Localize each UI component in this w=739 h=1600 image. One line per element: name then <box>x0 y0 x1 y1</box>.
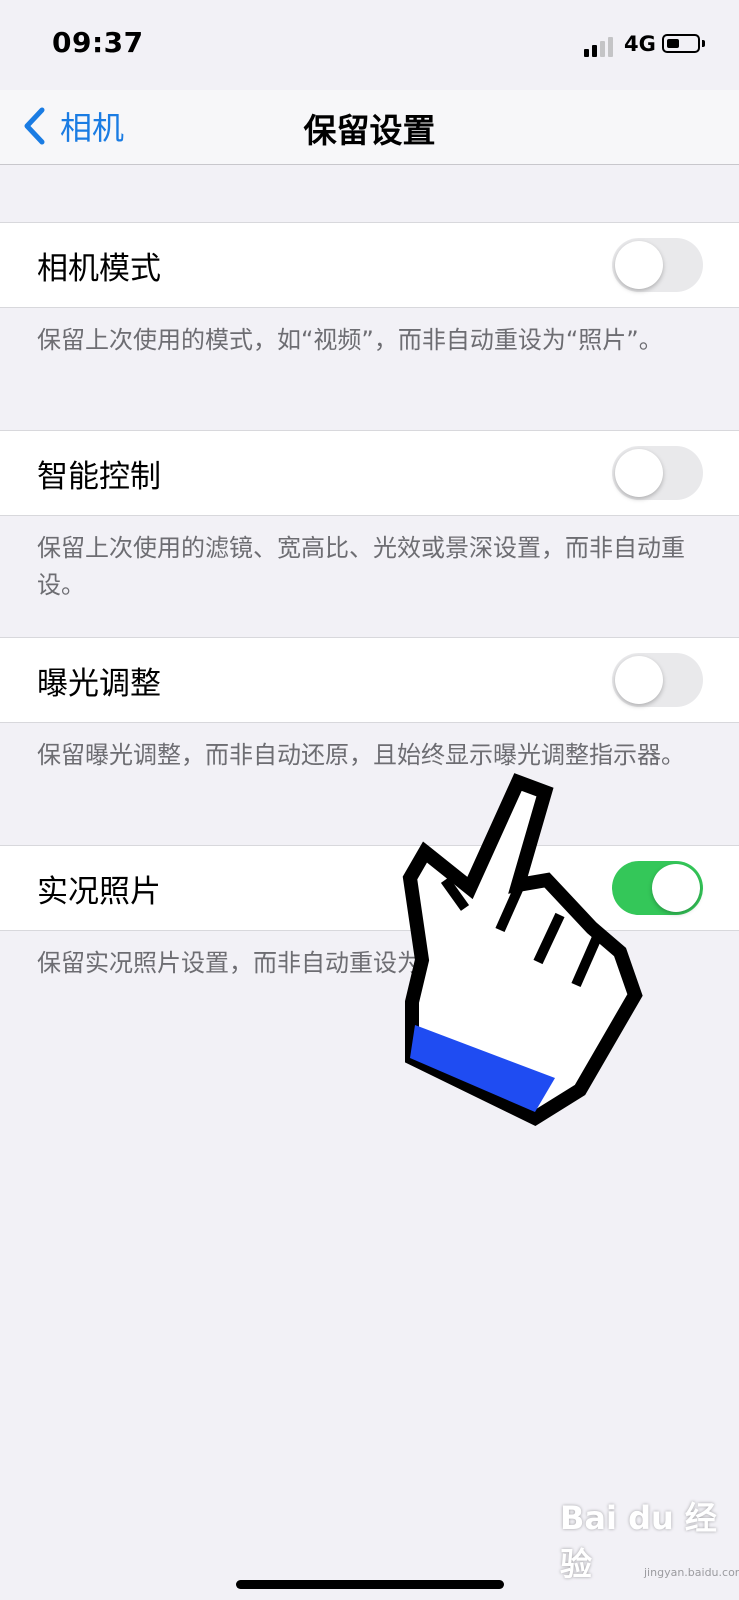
setting-label: 曝光调整 <box>37 666 161 702</box>
setting-label: 实况照片 <box>37 874 161 910</box>
page-title: 保留设置 <box>303 111 436 150</box>
setting-footer: 保留上次使用的模式，如“视频”，而非自动重设为“照片”。 <box>37 326 663 354</box>
watermark-url: jingyan.baidu.com <box>644 1566 739 1579</box>
status-time: 09:37 <box>52 26 144 59</box>
status-bar: 09:37 4G <box>0 0 739 90</box>
setting-footer: 保留上次使用的滤镜、宽高比、光效或景深设置，而非自动重设。 <box>37 534 685 599</box>
setting-footer: 保留曝光调整，而非自动还原，且始终显示曝光调整指示器。 <box>37 741 685 769</box>
live-photo-toggle[interactable] <box>612 861 703 915</box>
setting-row-smart-controls: 智能控制 <box>0 430 739 516</box>
setting-row-exposure-adjustment: 曝光调整 <box>0 637 739 723</box>
navigation-bar: 相机 保留设置 <box>0 90 739 165</box>
home-indicator[interactable] <box>236 1580 504 1589</box>
battery-cap <box>702 40 705 47</box>
battery-icon <box>662 34 700 53</box>
setting-footer: 保留实况照片设置，而非自动重设为打开。 <box>37 949 493 977</box>
setting-label: 相机模式 <box>37 251 161 287</box>
setting-row-live-photo: 实况照片 <box>0 845 739 931</box>
network-type: 4G <box>624 32 656 56</box>
signal-icon <box>584 35 616 57</box>
smart-controls-toggle[interactable] <box>612 446 703 500</box>
exposure-adjustment-toggle[interactable] <box>612 653 703 707</box>
setting-row-camera-mode: 相机模式 <box>0 222 739 308</box>
camera-mode-toggle[interactable] <box>612 238 703 292</box>
setting-label: 智能控制 <box>37 459 161 495</box>
